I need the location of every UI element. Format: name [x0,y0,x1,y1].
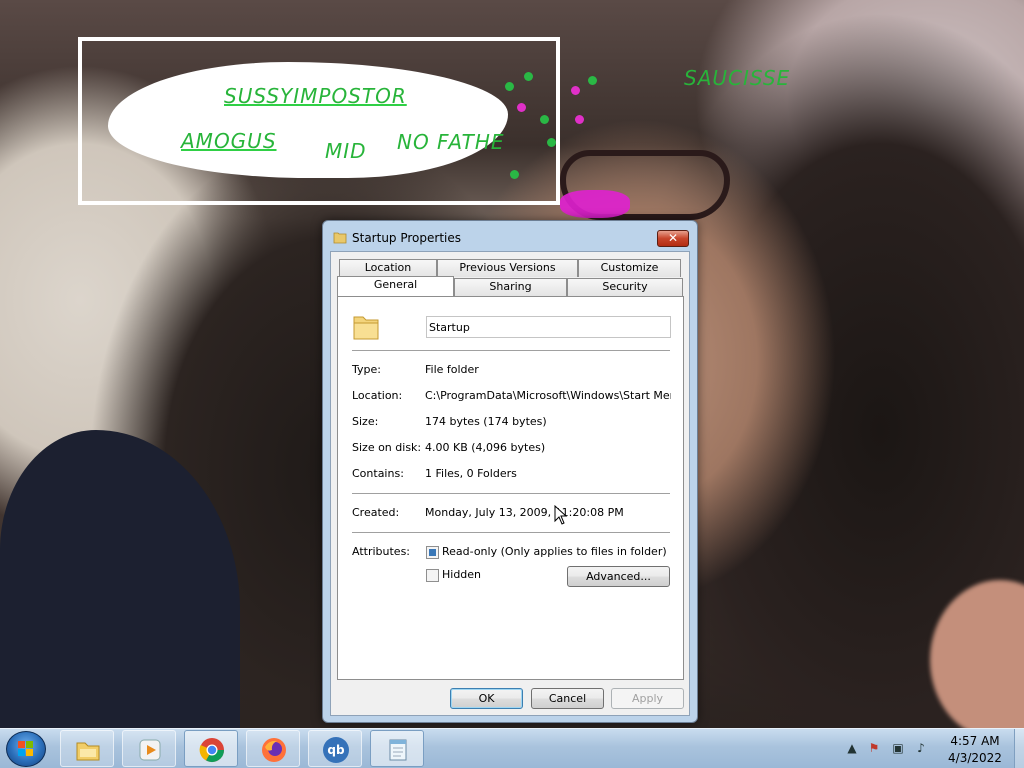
separator [352,350,670,351]
location-label: Location: [352,389,403,402]
attributes-label: Attributes: [352,545,411,558]
doodle-dot [588,76,597,85]
doodle-dot [540,115,549,124]
start-button[interactable] [6,731,46,767]
mouse-cursor-icon [554,505,568,525]
taskbar-notepad[interactable] [370,730,424,767]
separator [352,532,670,533]
window-title: Startup Properties [352,231,461,245]
doodle-text: AMOGUS [181,129,277,153]
size-label: Size: [352,415,379,428]
type-label: Type: [352,363,381,376]
taskbar: qb ▲ ⚑ ▣ ♪ 4:57 AM 4/3/2022 [0,728,1024,768]
doodle-dot [510,170,519,179]
size-on-disk-value: 4.00 KB (4,096 bytes) [425,441,546,454]
location-value: C:\ProgramData\Microsoft\Windows\Start M… [425,389,671,402]
show-desktop-button[interactable] [1014,729,1024,768]
folder-name-input[interactable] [426,316,671,338]
properties-window: Startup Properties ✕ Location Previous V… [322,220,698,723]
notepad-icon [389,739,407,761]
close-button[interactable]: ✕ [657,230,689,247]
tab-sharing[interactable]: Sharing [454,278,567,296]
network-icon[interactable]: ▣ [891,741,905,755]
doodle-dot [517,103,526,112]
wallpaper-region [0,430,240,728]
tab-security[interactable]: Security [567,278,683,296]
tab-previous-versions[interactable]: Previous Versions [437,259,578,277]
title-bar[interactable]: Startup Properties ✕ [323,221,697,254]
taskbar-media-player[interactable] [122,730,176,767]
action-center-flag-icon[interactable]: ⚑ [867,741,881,755]
windows-logo-icon [18,741,33,756]
doodle-dot [547,138,556,147]
doodle-dot [571,86,580,95]
clock-date[interactable]: 4/3/2022 [940,751,1010,765]
created-label: Created: [352,506,400,519]
general-tab-panel: Type: File folder Location: C:\ProgramDa… [337,296,684,680]
taskbar-explorer[interactable] [60,730,114,767]
hidden-label[interactable]: Hidden [442,568,481,581]
tab-customize[interactable]: Customize [578,259,681,277]
doodle-dot [505,82,514,91]
doodle-dot [524,72,533,81]
chrome-icon [199,738,224,763]
separator [352,493,670,494]
hidden-checkbox[interactable] [426,569,439,582]
created-value: Monday, July 13, 2009, 11:20:08 PM [425,506,624,519]
doodle-text: MID [325,139,367,163]
clock-time[interactable]: 4:57 AM [940,734,1010,748]
media-player-icon [139,739,161,761]
cancel-button[interactable]: Cancel [531,688,604,709]
readonly-checkbox[interactable] [426,546,439,559]
taskbar-chrome[interactable] [184,730,238,767]
qbittorrent-icon: qb [323,737,349,763]
pink-scribble [560,190,630,218]
readonly-label[interactable]: Read-only (Only applies to files in fold… [442,545,667,558]
type-value: File folder [425,363,479,376]
advanced-button[interactable]: Advanced... [567,566,670,587]
taskbar-qbittorrent[interactable]: qb [308,730,362,767]
wallpaper-region [930,580,1024,728]
doodle-dot [575,115,584,124]
contains-label: Contains: [352,467,404,480]
doodle-text: NO FATHE [397,130,505,154]
size-value: 174 bytes (174 bytes) [425,415,547,428]
tab-location[interactable]: Location [339,259,437,277]
explorer-icon [76,742,100,761]
volume-icon[interactable]: ♪ [914,741,928,755]
dialog-client-area: Location Previous Versions Customize Gen… [330,251,690,716]
tab-general[interactable]: General [337,276,454,296]
ok-button[interactable]: OK [450,688,523,709]
size-on-disk-label: Size on disk: [352,441,422,454]
folder-icon [333,232,347,244]
show-hidden-icons-icon[interactable]: ▲ [845,741,859,755]
taskbar-firefox[interactable] [246,730,300,767]
contains-value: 1 Files, 0 Folders [425,467,517,480]
firefox-icon [262,738,286,762]
folder-icon [353,316,379,340]
apply-button[interactable]: Apply [611,688,684,709]
doodle-white-blob [108,62,508,178]
doodle-text: SAUCISSE [684,66,791,90]
doodle-text: SUSSYIMPOSTOR [224,84,407,108]
